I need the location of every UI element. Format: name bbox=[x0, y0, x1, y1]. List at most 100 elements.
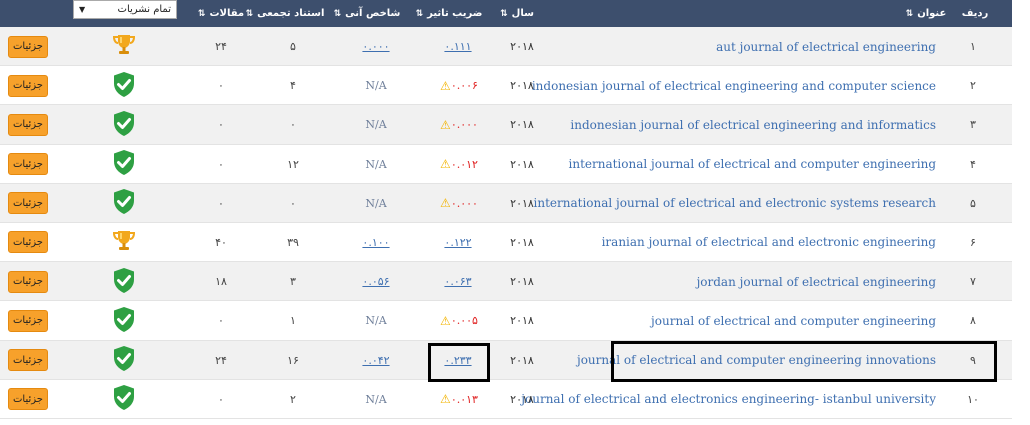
journal-title-link[interactable]: jordan journal of electrical engineering bbox=[697, 275, 936, 289]
instant-index-link[interactable]: ۰.۱۰۰ bbox=[362, 236, 389, 249]
journal-title-link[interactable]: international journal of electrical and … bbox=[569, 157, 937, 171]
details-button[interactable]: جزئیات bbox=[8, 270, 48, 293]
row-number-cell: ۱ bbox=[955, 27, 991, 66]
instant-index-value: N/A bbox=[365, 392, 387, 406]
instant-index-cell: N/A bbox=[350, 301, 402, 340]
journal-title-link[interactable]: indonesian journal of electrical enginee… bbox=[532, 79, 936, 93]
journal-title-link[interactable]: iranian journal of electrical and electr… bbox=[602, 235, 936, 249]
year-cell: ۲۰۱۸ bbox=[500, 27, 544, 66]
impact-factor-link[interactable]: ۰.۱۲۲ bbox=[444, 236, 471, 249]
trophy-icon bbox=[111, 32, 137, 61]
highlight-box-title bbox=[611, 341, 997, 382]
citations-value: ۰ bbox=[290, 118, 296, 132]
table-row: ۱۰ journal of electrical and electronics … bbox=[0, 379, 1012, 419]
instant-index-link[interactable]: ۰.۰۰۰ bbox=[362, 40, 389, 53]
row-number-cell: ۴ bbox=[955, 145, 991, 184]
citations-cell: ۱۲ bbox=[268, 145, 318, 184]
journal-title-link[interactable]: journal of electrical and electronics en… bbox=[521, 392, 936, 406]
warning-icon: ⚠ bbox=[440, 392, 451, 407]
journal-title-link[interactable]: aut journal of electrical engineering bbox=[716, 40, 936, 54]
sort-icon: ⇅ bbox=[197, 8, 205, 19]
details-button[interactable]: جزئیات bbox=[8, 35, 48, 58]
status-cell bbox=[100, 145, 148, 184]
articles-cell: ۰ bbox=[198, 184, 244, 223]
row-number: ۱ bbox=[970, 40, 976, 53]
chevron-down-icon: ▼ bbox=[79, 5, 86, 14]
impact-factor-value: ۰.۰۰۵ bbox=[450, 314, 478, 328]
row-number: ۷ bbox=[970, 275, 976, 289]
citations-cell: ۳۹ bbox=[268, 223, 318, 262]
details-cell: جزئیات bbox=[8, 145, 48, 184]
details-button[interactable]: جزئیات bbox=[8, 349, 48, 371]
instant-index-link[interactable]: ۰.۰۵۶ bbox=[362, 275, 389, 288]
header-instant-index[interactable]: ⇅ شاخص آنی bbox=[330, 0, 404, 27]
instant-index-cell: ۰.۰۵۶ bbox=[350, 262, 402, 301]
shield-check-icon bbox=[112, 384, 136, 414]
details-button[interactable]: جزئیات bbox=[8, 309, 48, 332]
journal-title-link[interactable]: indonesian journal of electrical enginee… bbox=[570, 118, 936, 132]
details-cell: جزئیات bbox=[8, 66, 48, 105]
instant-index-cell: N/A bbox=[350, 380, 402, 419]
year-value: ۲۰۱۸ bbox=[510, 235, 534, 249]
title-cell: aut journal of electrical engineering bbox=[560, 27, 936, 66]
details-button[interactable]: جزئیات bbox=[8, 153, 48, 176]
impact-factor-value: ۰.۰۱۲ bbox=[450, 157, 478, 171]
status-cell bbox=[100, 223, 148, 262]
header-citations[interactable]: ⇅ استناد تجمعی bbox=[242, 0, 328, 27]
row-number: ۵ bbox=[970, 196, 976, 210]
details-cell: جزئیات bbox=[8, 301, 48, 340]
journal-title-link[interactable]: international journal of electrical and … bbox=[534, 196, 936, 210]
table-row: ۲ indonesian journal of electrical engine… bbox=[0, 66, 1012, 106]
journal-filter-select[interactable]: ▼ تمام نشریات bbox=[73, 0, 177, 19]
articles-cell: ۰ bbox=[198, 66, 244, 105]
impact-factor-cell: ۰.۱۱۱ bbox=[428, 27, 488, 66]
articles-value: ۰ bbox=[218, 79, 224, 93]
table-row: ۱ aut journal of electrical engineering ۲۰… bbox=[0, 27, 1012, 67]
row-number: ۸ bbox=[970, 314, 976, 328]
instant-index-link[interactable]: ۰.۰۴۲ bbox=[362, 354, 389, 367]
instant-index-cell: ۰.۱۰۰ bbox=[350, 223, 402, 262]
header-impact-factor[interactable]: ⇅ ضریب تاثیر bbox=[412, 0, 486, 27]
shield-check-icon bbox=[112, 306, 136, 336]
sort-icon: ⇅ bbox=[905, 8, 913, 19]
impact-factor-cell: ⚠ ۰.۰۰۰ bbox=[428, 105, 488, 144]
articles-value: ۰ bbox=[218, 118, 224, 132]
articles-value: ۰ bbox=[218, 157, 224, 171]
status-cell bbox=[100, 105, 148, 144]
title-cell: international journal of electrical and … bbox=[534, 184, 936, 223]
details-button[interactable]: جزئیات bbox=[8, 74, 48, 97]
title-cell: indonesian journal of electrical enginee… bbox=[532, 66, 936, 105]
impact-factor-link[interactable]: ۰.۰۶۳ bbox=[444, 275, 471, 288]
instant-index-cell: N/A bbox=[350, 145, 402, 184]
row-number-cell: ۵ bbox=[955, 184, 991, 223]
year-value: ۲۰۱۸ bbox=[510, 196, 534, 210]
title-cell: journal of electrical and electronics en… bbox=[521, 380, 936, 419]
table-row: ۷ jordan journal of electrical engineerin… bbox=[0, 262, 1012, 302]
status-cell bbox=[100, 341, 148, 380]
year-value: ۲۰۱۸ bbox=[510, 79, 534, 93]
articles-value: ۰ bbox=[218, 392, 224, 406]
status-cell bbox=[100, 380, 148, 419]
header-title[interactable]: ⇅ عنوان bbox=[898, 0, 954, 27]
sort-icon: ⇅ bbox=[415, 8, 423, 19]
status-cell bbox=[100, 27, 148, 66]
header-row-number[interactable]: ردیف bbox=[958, 0, 992, 27]
header-articles[interactable]: ⇅ مقالات bbox=[196, 0, 246, 27]
articles-value: ۰ bbox=[218, 196, 224, 210]
details-button[interactable]: جزئیات bbox=[8, 388, 48, 411]
details-cell: جزئیات bbox=[8, 380, 48, 419]
details-button[interactable]: جزئیات bbox=[8, 192, 48, 215]
citations-value: ۰ bbox=[290, 196, 296, 210]
citations-value: ۵ bbox=[290, 40, 296, 53]
journal-title-link[interactable]: journal of electrical and computer engin… bbox=[651, 314, 936, 328]
impact-factor-link[interactable]: ۰.۱۱۱ bbox=[444, 40, 471, 53]
citations-cell: ۲ bbox=[268, 380, 318, 419]
impact-factor-cell: ⚠ ۰.۰۱۲ bbox=[428, 145, 488, 184]
citations-cell: ۰ bbox=[268, 105, 318, 144]
details-button[interactable]: جزئیات bbox=[8, 113, 48, 136]
citations-cell: ۱۶ bbox=[268, 341, 318, 380]
year-value: ۲۰۱۸ bbox=[510, 40, 534, 53]
details-button[interactable]: جزئیات bbox=[8, 231, 48, 254]
header-year[interactable]: ⇅ سال bbox=[492, 0, 542, 27]
citations-value: ۲ bbox=[290, 392, 296, 406]
